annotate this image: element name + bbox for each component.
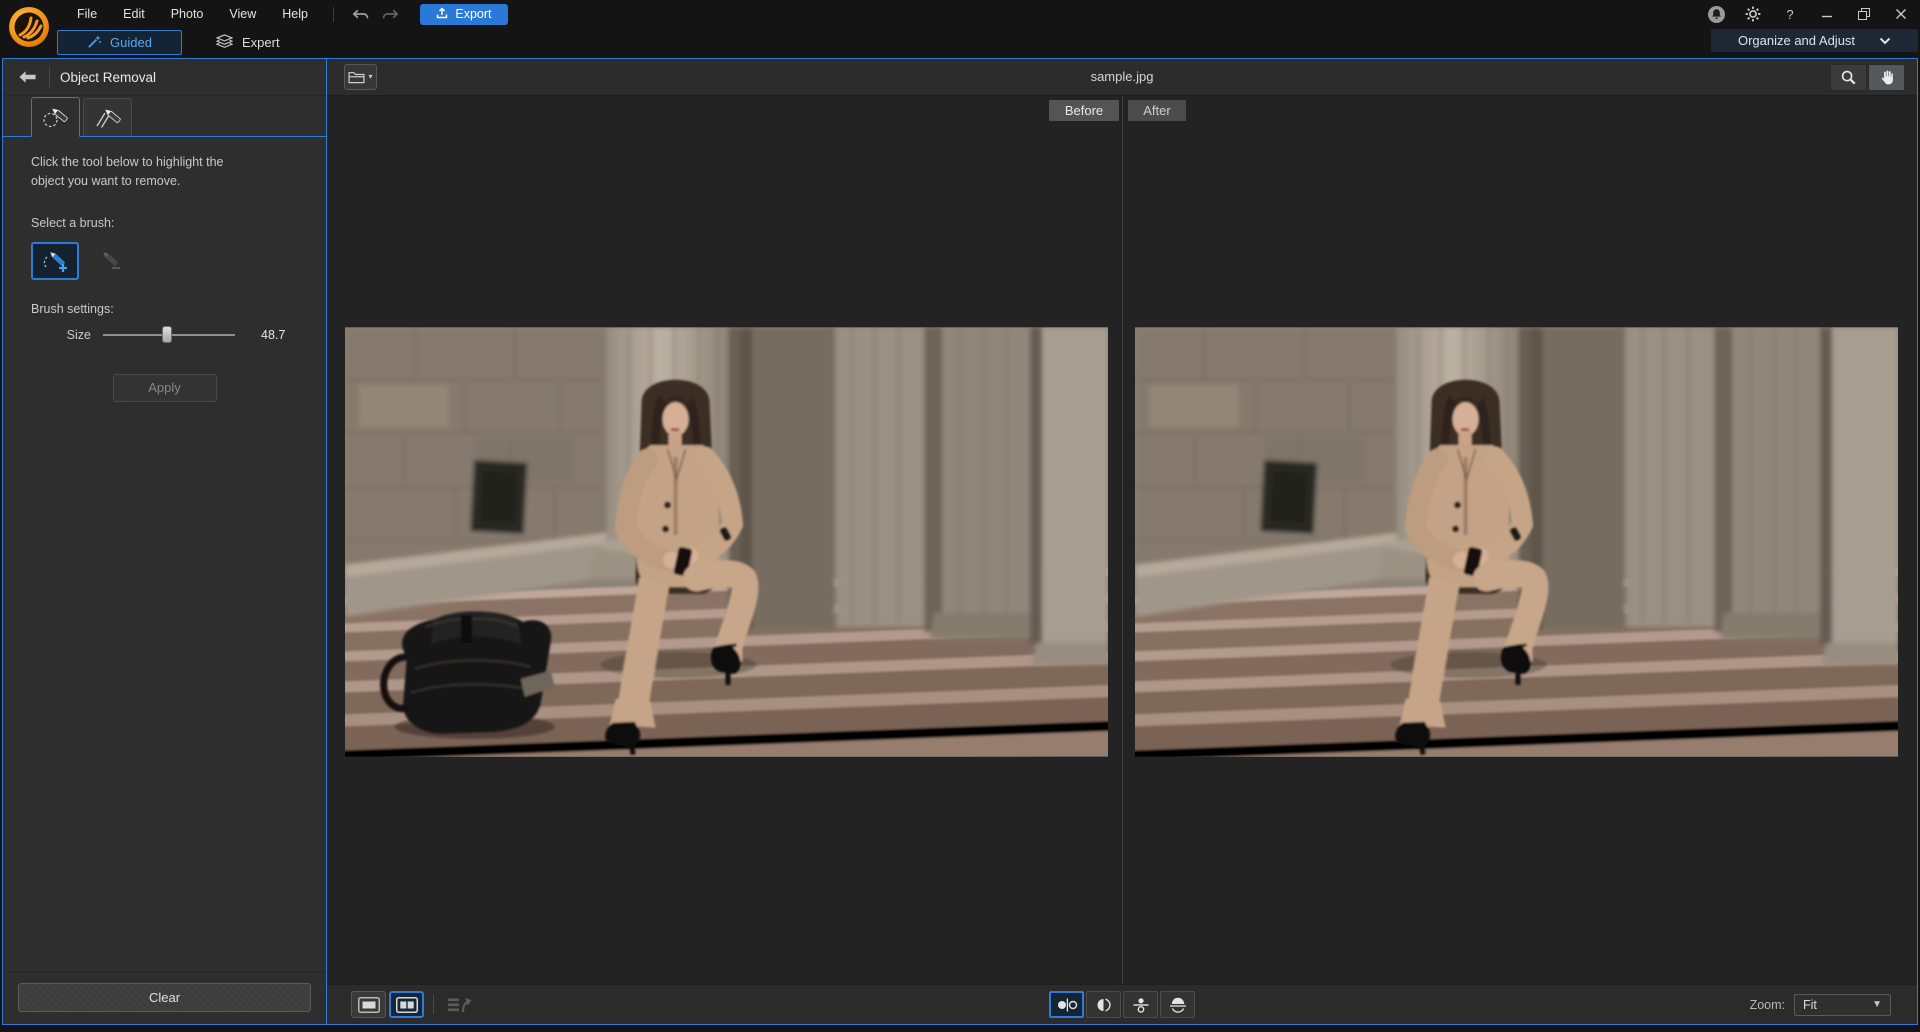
- zoom-select[interactable]: Fit ▼: [1794, 994, 1891, 1016]
- restore-icon[interactable]: [1855, 5, 1873, 23]
- upload-icon: [436, 7, 448, 22]
- add-brush-button[interactable]: [31, 242, 79, 280]
- undo-icon[interactable]: [348, 3, 374, 25]
- object-removal-panel: Object Removal: [3, 59, 327, 1024]
- zoom-tool-button[interactable]: [1830, 64, 1867, 91]
- window-bottom-edge: [0, 1025, 1920, 1032]
- tab-stroke-brush[interactable]: [83, 98, 132, 136]
- canvas-topbar: ▾ sample.jpg: [327, 59, 1917, 96]
- panel-body: Click the tool below to highlight the ob…: [3, 137, 326, 971]
- compare-split-horizontal-button[interactable]: [1160, 991, 1195, 1018]
- app-logo-icon[interactable]: [7, 5, 51, 49]
- compare-top-bottom-icon: [1130, 997, 1152, 1013]
- pan-tool-button[interactable]: [1868, 64, 1905, 91]
- compare-split-vertical-button[interactable]: [1086, 991, 1121, 1018]
- apply-row: Apply: [31, 374, 298, 402]
- tab-expert[interactable]: Expert: [208, 30, 288, 55]
- chevron-down-icon: [1879, 33, 1891, 48]
- menu-file[interactable]: File: [64, 0, 110, 28]
- export-label: Export: [455, 7, 491, 21]
- remove-brush-button[interactable]: [84, 242, 132, 280]
- panel-title: Object Removal: [60, 70, 156, 85]
- compare-top-bottom-button[interactable]: [1123, 991, 1158, 1018]
- divider: [433, 995, 434, 1014]
- size-row: Size 48.7: [61, 328, 298, 342]
- before-label[interactable]: Before: [1049, 100, 1119, 121]
- size-label: Size: [61, 328, 91, 342]
- select-brush-label: Select a brush:: [31, 216, 298, 230]
- size-slider[interactable]: [103, 334, 235, 336]
- panel-header: Object Removal: [3, 59, 326, 96]
- single-view-button[interactable]: [351, 991, 386, 1018]
- sync-pan-button[interactable]: [445, 993, 475, 1017]
- tab-guided-label: Guided: [110, 35, 152, 50]
- magnifier-icon: [1840, 69, 1857, 86]
- zoom-control: Zoom: Fit ▼: [1750, 994, 1891, 1016]
- layers-icon: [216, 34, 233, 51]
- stroke-brush-icon: [93, 107, 123, 129]
- brush-settings-label: Brush settings:: [31, 302, 298, 316]
- remove-brush-icon: [93, 249, 123, 273]
- dual-view-icon: [396, 997, 418, 1013]
- settings-gear-icon[interactable]: [1744, 5, 1762, 23]
- menu-photo[interactable]: Photo: [158, 0, 217, 28]
- workspace-content: Object Removal: [2, 58, 1918, 1025]
- canvas-area: ▾ sample.jpg Before After: [327, 59, 1917, 1024]
- titlebar: File Edit Photo View Help Export: [0, 0, 1920, 58]
- back-button[interactable]: [13, 66, 41, 88]
- back-arrow-icon: [18, 70, 37, 84]
- help-button[interactable]: ?: [1781, 5, 1799, 23]
- dual-view-button[interactable]: [389, 991, 424, 1018]
- after-photo[interactable]: [1135, 327, 1898, 757]
- single-view-icon: [358, 997, 380, 1013]
- export-button[interactable]: Export: [420, 4, 508, 25]
- hand-icon: [1879, 69, 1895, 86]
- tool-tabs: [3, 96, 326, 137]
- compare-side-by-side-icon: [1056, 997, 1078, 1013]
- zoom-caret-icon: ▼: [1872, 1000, 1882, 1010]
- selection-brush-icon: [41, 106, 71, 128]
- compare-split-vertical-icon: [1093, 997, 1115, 1013]
- add-brush-icon: [40, 249, 70, 273]
- divider: [49, 67, 50, 87]
- size-slider-handle[interactable]: [162, 326, 172, 343]
- compare-mode-buttons: [1049, 991, 1195, 1018]
- compare-split-horizontal-icon: [1167, 997, 1189, 1013]
- tab-expert-label: Expert: [242, 35, 280, 50]
- close-icon[interactable]: [1892, 5, 1910, 23]
- clear-row: Clear: [3, 971, 326, 1024]
- view-mode-buttons: [351, 991, 424, 1018]
- clear-button[interactable]: Clear: [18, 983, 311, 1012]
- bag-object: [384, 611, 555, 738]
- zoom-value: Fit: [1803, 998, 1817, 1012]
- filename: sample.jpg: [327, 69, 1917, 84]
- brush-buttons: [31, 242, 298, 280]
- workspace-label: Organize and Adjust: [1738, 33, 1855, 48]
- apply-button[interactable]: Apply: [113, 374, 217, 402]
- menu-view[interactable]: View: [216, 0, 269, 28]
- compare-side-by-side-button[interactable]: [1049, 991, 1084, 1018]
- minimize-icon[interactable]: [1818, 5, 1836, 23]
- compare-divider: [1122, 96, 1123, 984]
- menu-edit[interactable]: Edit: [110, 0, 158, 28]
- workspace-switcher[interactable]: Organize and Adjust: [1711, 29, 1918, 52]
- menu-bar: File Edit Photo View Help Export: [64, 0, 508, 28]
- wand-icon: [87, 34, 102, 52]
- notifications-bell-icon[interactable]: [1707, 5, 1725, 23]
- sync-arrow-icon: [447, 996, 473, 1015]
- tab-selection-brush[interactable]: [31, 97, 80, 137]
- before-photo[interactable]: [345, 327, 1108, 757]
- redo-icon[interactable]: [378, 3, 404, 25]
- zoom-label: Zoom:: [1750, 998, 1785, 1012]
- size-value: 48.7: [261, 328, 285, 342]
- menu-help[interactable]: Help: [269, 0, 321, 28]
- canvas-bottombar: Zoom: Fit ▼: [327, 984, 1917, 1024]
- divider: [333, 7, 334, 22]
- tab-guided[interactable]: Guided: [57, 30, 182, 55]
- instruction-text: Click the tool below to highlight the ob…: [31, 153, 247, 192]
- window-controls: ?: [1707, 0, 1910, 28]
- after-label[interactable]: After: [1128, 100, 1186, 121]
